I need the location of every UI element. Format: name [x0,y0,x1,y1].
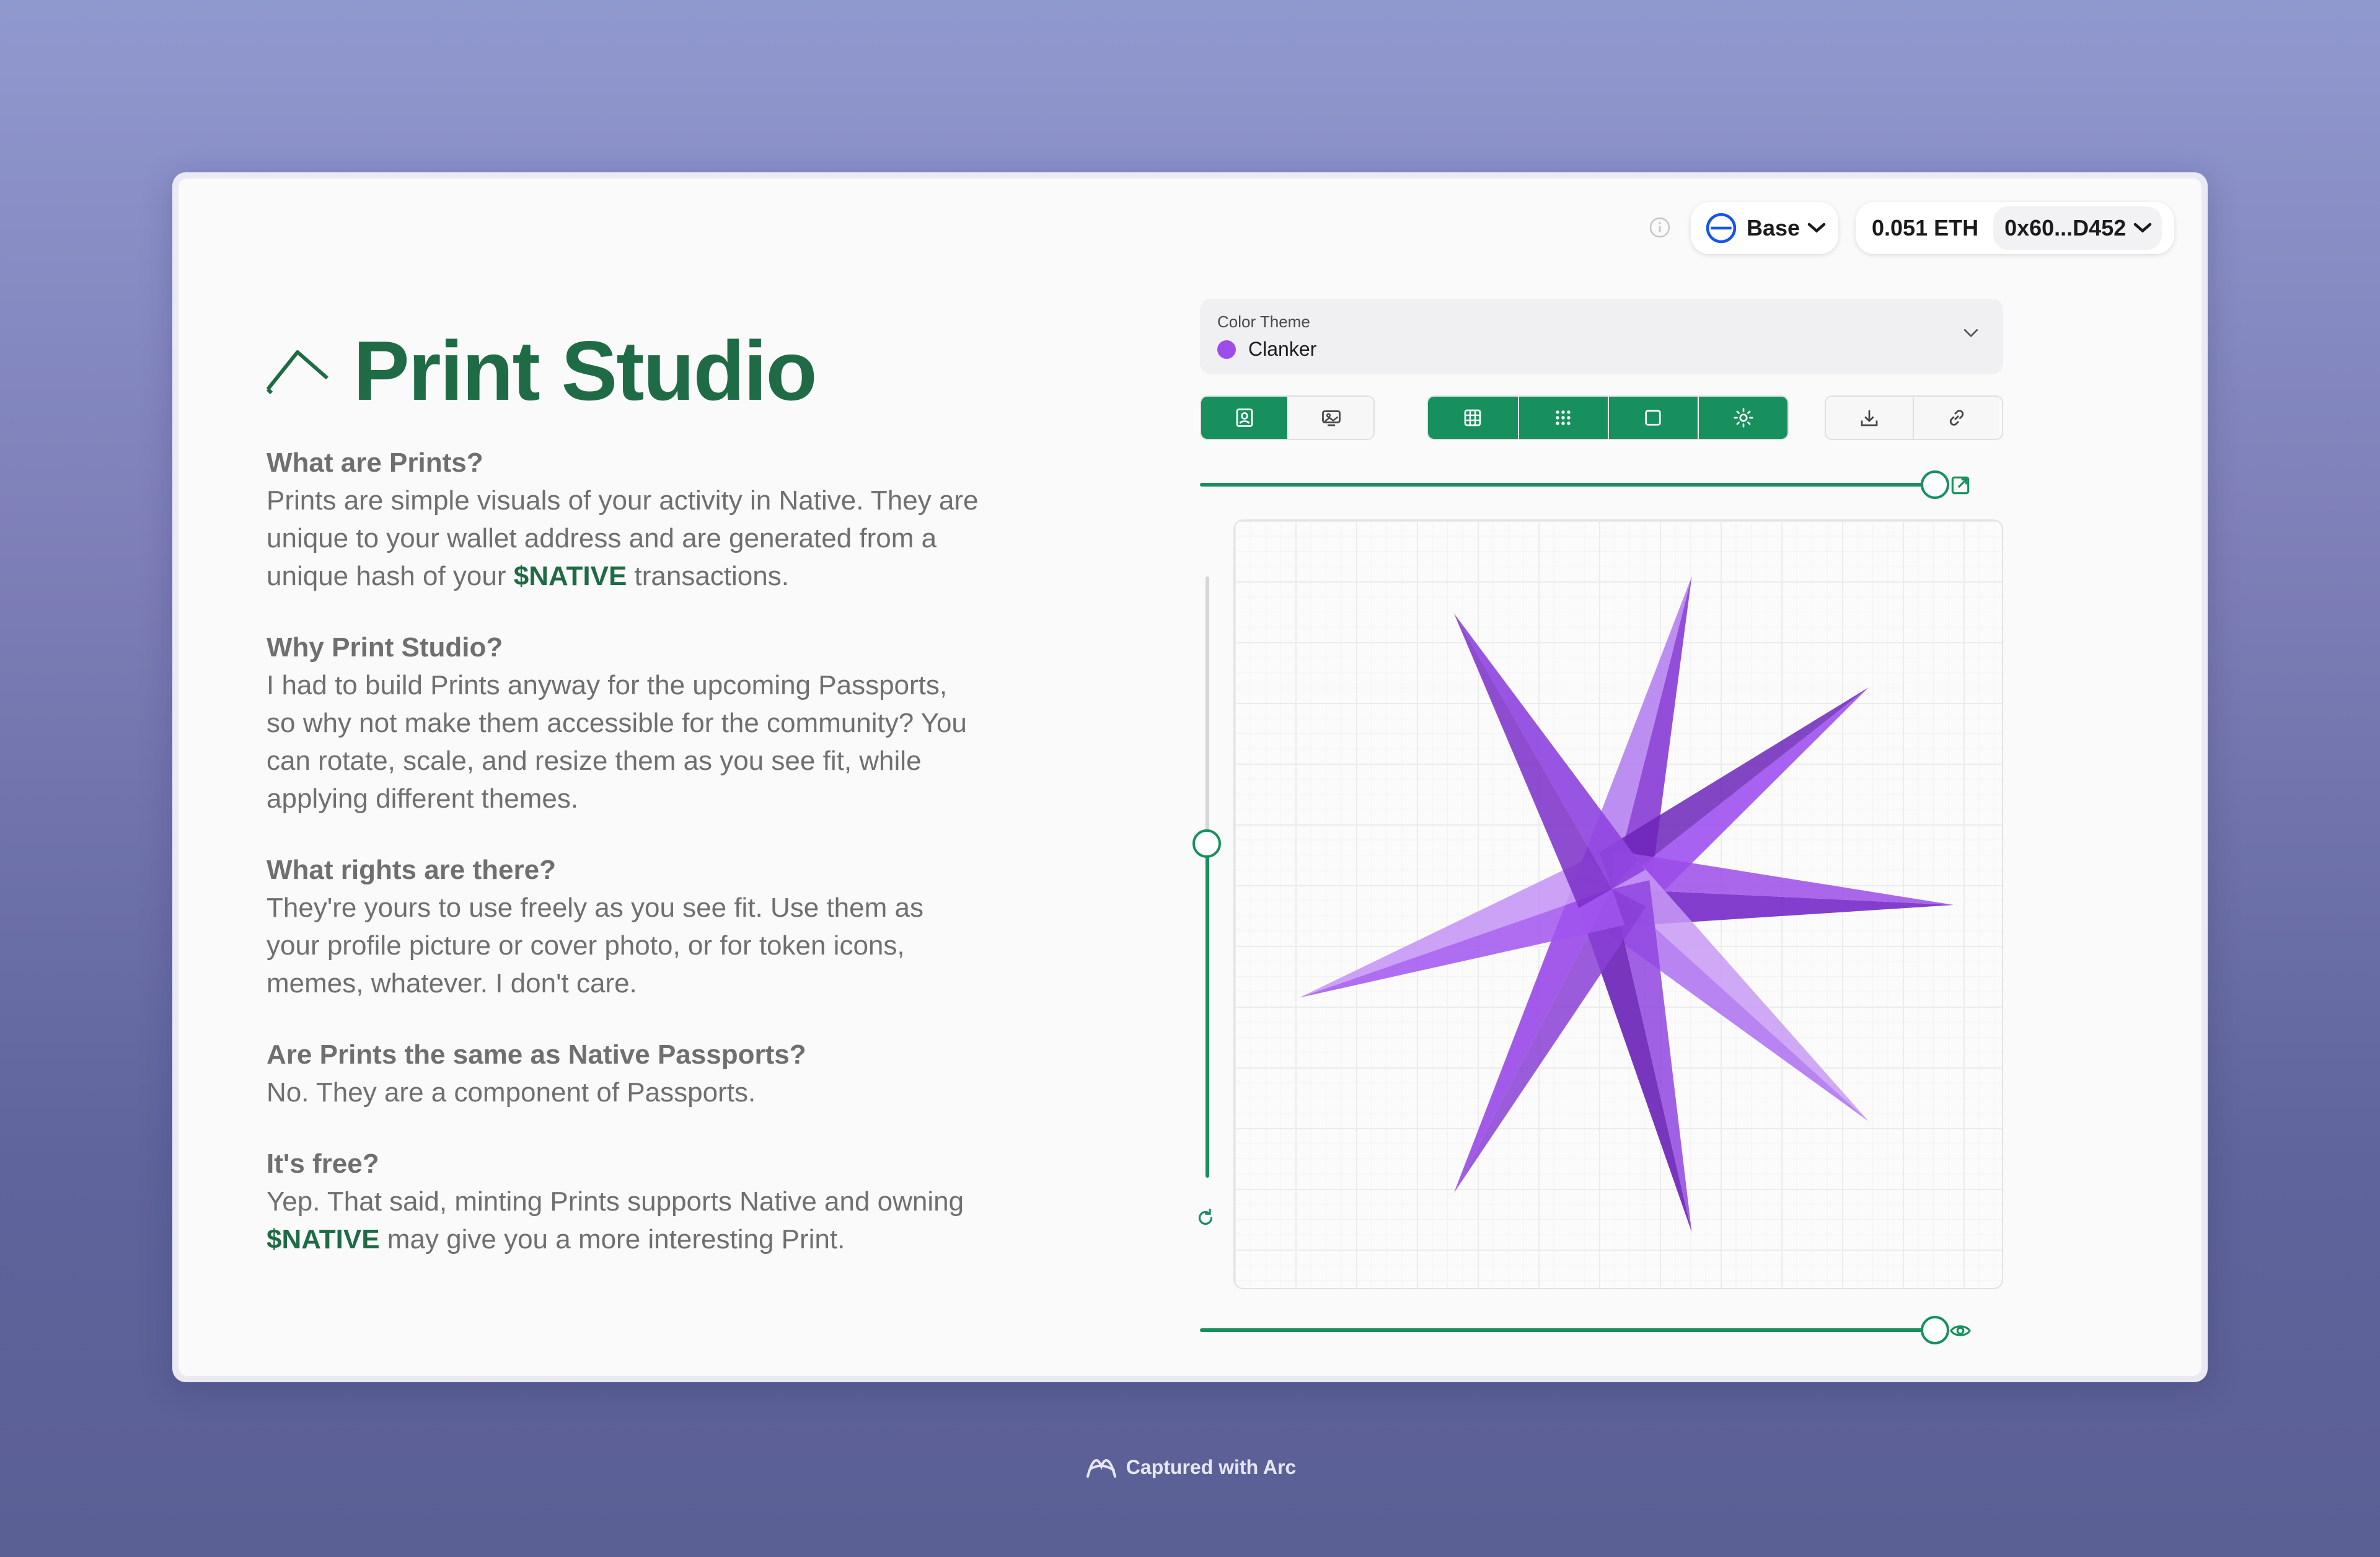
wallet-pill[interactable]: 0.051 ETH 0x60...D452 [1856,202,2174,254]
wallet-balance: 0.051 ETH [1872,215,1979,240]
copy-link-button[interactable] [1913,397,1999,439]
rotation-slider[interactable] [1192,576,1221,1178]
cover-image-icon [1321,410,1341,426]
chain-label: Base [1747,215,1800,240]
print-star-artwork [1299,576,1954,1233]
faq-answer-text: may give you a more interesting Print. [379,1224,845,1255]
arc-capture-footer: Captured with Arc [0,1453,2380,1481]
theme-name: Clanker [1248,338,1317,360]
border-toggle-button[interactable] [1607,397,1698,439]
base-chain-icon [1706,213,1737,244]
faq-question: It's free? [267,1149,379,1179]
faq-question: What are Prints? [267,448,483,478]
grid-icon [1465,409,1481,426]
faq-question: What rights are there? [267,855,556,885]
native-token-highlight: $NATIVE [513,561,627,591]
profile-icon [1236,408,1253,427]
faq-item: What are Prints? Prints are simple visua… [267,444,979,595]
faq-answer: I had to build Prints anyway for the upc… [267,670,967,814]
square-icon [1645,410,1662,426]
arc-logo-icon [1086,1459,1116,1478]
faq-item: Why Print Studio? I had to build Prints … [267,629,979,818]
size-slider-track [1200,483,1935,487]
chevron-down-icon [1807,223,1826,233]
wallet-address: 0x60...D452 [2004,215,2127,240]
theme-color-dot [1217,340,1236,359]
sun-icon [1733,408,1753,428]
display-toggle-group [1427,395,1789,440]
faq-section: What are Prints? Prints are simple visua… [267,444,979,1292]
faq-answer: Yep. That said, minting Prints supports … [267,1183,979,1258]
chevron-down-icon [1963,329,1978,338]
faq-answer-text: Yep. That said, minting Prints supports … [267,1186,964,1217]
eye-icon[interactable] [1949,1319,1972,1343]
star-facet [1453,613,1613,908]
size-slider[interactable] [1200,466,1949,503]
opacity-slider-thumb[interactable] [1921,1316,1949,1344]
color-theme-value: Clanker [1217,338,1986,361]
opacity-slider-track [1200,1328,1935,1332]
faq-answer: No. They are a component of Passports. [267,1077,756,1108]
light-toggle-button[interactable] [1698,397,1787,439]
download-button[interactable] [1826,397,1913,439]
print-preview-canvas[interactable] [1233,519,2003,1289]
opacity-slider[interactable] [1200,1312,1949,1349]
wallet-address-button[interactable]: 0x60...D452 [1993,206,2162,250]
size-slider-thumb[interactable] [1921,470,1949,499]
format-toggle-group [1200,395,1375,440]
faq-item: What rights are there? They're yours to … [267,851,979,1002]
faq-item: Are Prints the same as Native Passports?… [267,1036,979,1111]
cover-format-button[interactable] [1287,397,1373,439]
chain-selector[interactable]: Base [1691,202,1838,254]
rotation-slider-thumb[interactable] [1192,829,1221,858]
reset-rotation-icon[interactable] [1194,1206,1217,1230]
chevron-down-icon [2134,223,2152,233]
dots-toggle-button[interactable] [1517,397,1608,439]
grid-toggle-button[interactable] [1428,397,1518,439]
native-token-highlight: $NATIVE [267,1224,380,1255]
rotation-slider-fill [1205,844,1209,1178]
export-group [1825,395,2003,440]
footer-text: Captured with Arc [1126,1455,1297,1478]
faq-item: It's free? Yep. That said, minting Print… [267,1145,979,1258]
info-icon[interactable] [1649,216,1671,239]
home-logo-icon[interactable] [265,346,330,394]
color-theme-label: Color Theme [1217,312,1310,331]
link-icon [1949,410,1964,426]
faq-answer: Prints are simple visuals of your activi… [267,482,979,595]
color-theme-select[interactable]: Color Theme Clanker [1200,299,2003,374]
star-facet [1453,613,1646,889]
profile-format-button[interactable] [1201,397,1287,439]
faq-question: Why Print Studio? [267,632,503,663]
faq-question: Are Prints the same as Native Passports? [267,1039,806,1070]
resize-icon[interactable] [1949,474,1972,497]
page-title: Print Studio [353,324,818,418]
print-studio-page: Base 0.051 ETH 0x60...D452 Print Studio … [178,179,2202,1376]
faq-answer-text: transactions. [627,561,789,591]
download-icon [1861,410,1878,426]
browser-window: Base 0.051 ETH 0x60...D452 Print Studio … [172,172,2208,1382]
faq-answer: They're yours to use freely as you see f… [267,893,923,999]
dots-grid-icon [1556,410,1571,425]
